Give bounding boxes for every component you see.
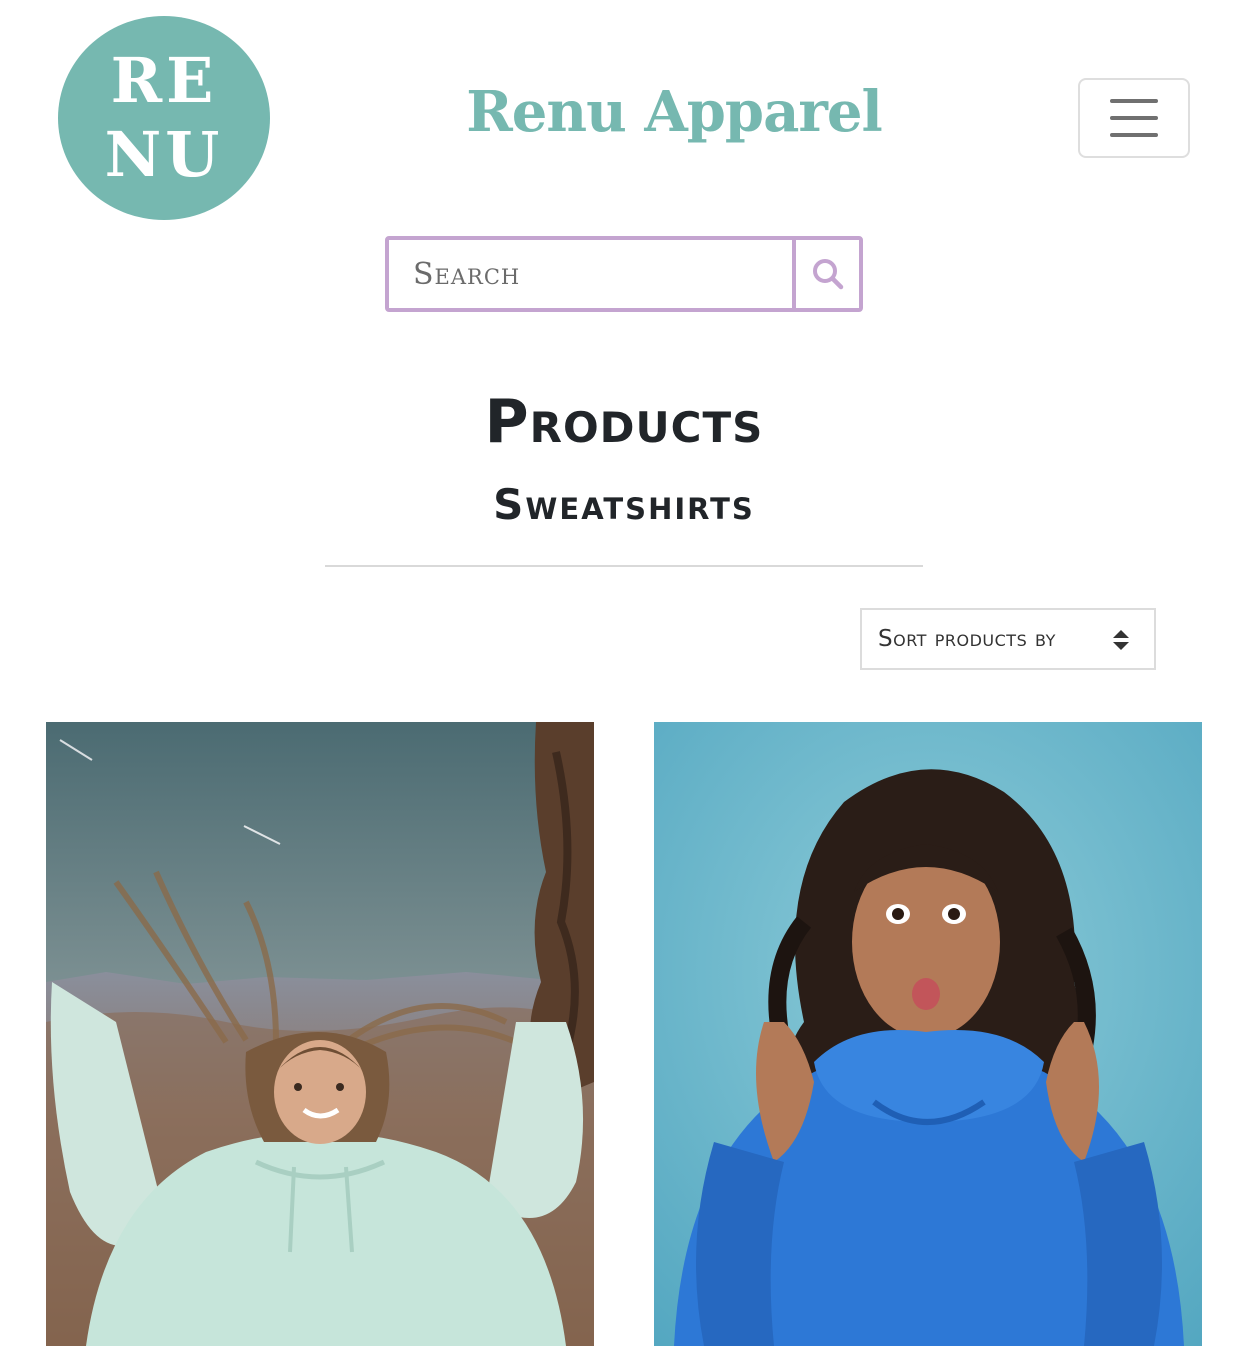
product-card[interactable] — [46, 722, 594, 1346]
page-title: Products — [484, 387, 764, 457]
logo[interactable]: RE NU — [58, 16, 270, 220]
hamburger-menu-icon — [1110, 116, 1158, 120]
category-title: Sweatshirts — [493, 480, 755, 529]
search-input[interactable] — [389, 240, 792, 308]
logo-line-2: NU — [104, 118, 224, 191]
sort-select[interactable]: Sort products by — [860, 608, 1156, 670]
divider — [325, 565, 923, 567]
product-image — [46, 722, 594, 1346]
logo-line-1: RE — [110, 44, 218, 117]
search-icon — [812, 259, 843, 290]
hamburger-menu-icon — [1110, 99, 1158, 103]
product-image — [654, 722, 1202, 1346]
brand-name[interactable]: Renu Apparel — [420, 72, 928, 152]
search-button[interactable] — [792, 240, 859, 308]
menu-toggle-button[interactable] — [1078, 78, 1190, 158]
sort-label: Sort products by — [878, 626, 1056, 652]
product-card[interactable] — [654, 722, 1202, 1346]
hamburger-menu-icon — [1110, 133, 1158, 137]
search-form — [385, 236, 863, 312]
sort-arrows-icon — [1113, 630, 1129, 650]
